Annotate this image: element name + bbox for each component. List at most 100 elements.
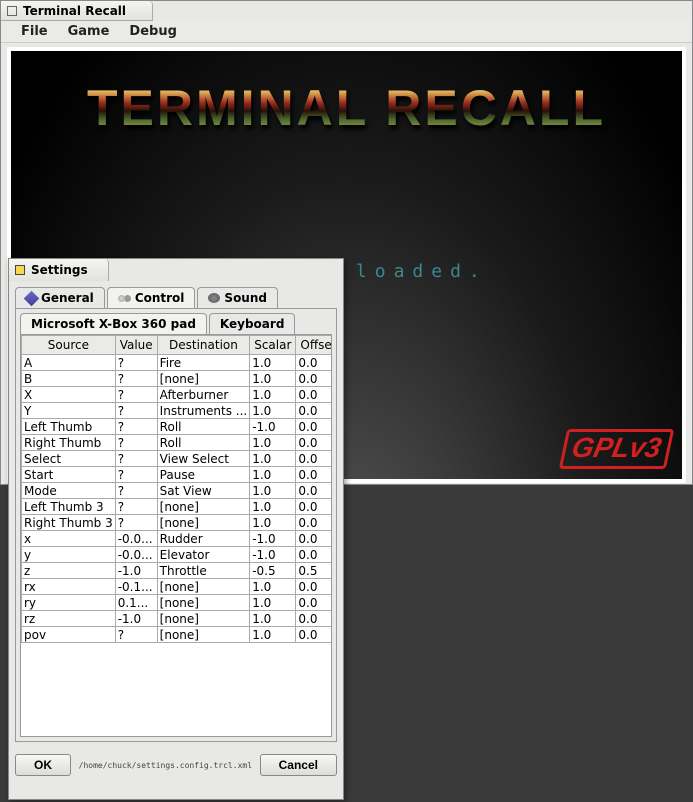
cell-dst[interactable]: View Select [157, 451, 250, 467]
cell-src[interactable]: Right Thumb [22, 435, 116, 451]
cell-val[interactable]: ? [115, 467, 157, 483]
cell-sca[interactable]: 1.0 [250, 595, 296, 611]
cell-off[interactable]: 0.0 [296, 403, 332, 419]
cell-dst[interactable]: Afterburner [157, 387, 250, 403]
cell-src[interactable]: rz [22, 611, 116, 627]
cell-sca[interactable]: -0.5 [250, 563, 296, 579]
cell-off[interactable]: 0.0 [296, 371, 332, 387]
cell-src[interactable]: A [22, 355, 116, 371]
subtab-keyboard[interactable]: Keyboard [209, 313, 296, 334]
cell-dst[interactable]: Roll [157, 435, 250, 451]
table-row[interactable]: x-0.0...Rudder-1.00.0 [22, 531, 333, 547]
cell-off[interactable]: 0.0 [296, 547, 332, 563]
cell-dst[interactable]: [none] [157, 579, 250, 595]
cell-off[interactable]: 0.0 [296, 531, 332, 547]
cell-src[interactable]: Right Thumb 3 [22, 515, 116, 531]
cell-off[interactable]: 0.0 [296, 595, 332, 611]
cell-dst[interactable]: [none] [157, 515, 250, 531]
table-row[interactable]: Right Thumb?Roll1.00.0 [22, 435, 333, 451]
cell-val[interactable]: -0.0... [115, 531, 157, 547]
table-row[interactable]: Left Thumb?Roll-1.00.0 [22, 419, 333, 435]
cell-dst[interactable]: Sat View [157, 483, 250, 499]
cell-dst[interactable]: Pause [157, 467, 250, 483]
cell-dst[interactable]: Roll [157, 419, 250, 435]
col-scalar[interactable]: Scalar [250, 336, 296, 355]
main-titlebar[interactable]: Terminal Recall [1, 1, 153, 21]
cell-sca[interactable]: 1.0 [250, 355, 296, 371]
cell-sca[interactable]: 1.0 [250, 387, 296, 403]
cell-src[interactable]: X [22, 387, 116, 403]
cell-sca[interactable]: 1.0 [250, 579, 296, 595]
cell-src[interactable]: Left Thumb [22, 419, 116, 435]
cell-val[interactable]: -0.1... [115, 579, 157, 595]
cell-dst[interactable]: [none] [157, 499, 250, 515]
cell-val[interactable]: -1.0 [115, 563, 157, 579]
cell-sca[interactable]: 1.0 [250, 483, 296, 499]
table-row[interactable]: Y?Instruments ...1.00.0 [22, 403, 333, 419]
bindings-table-container[interactable]: Source Value Destination Scalar Offset A… [20, 334, 332, 737]
cell-sca[interactable]: 1.0 [250, 627, 296, 643]
cell-src[interactable]: Left Thumb 3 [22, 499, 116, 515]
cell-off[interactable]: 0.0 [296, 499, 332, 515]
cell-src[interactable]: Start [22, 467, 116, 483]
cell-src[interactable]: pov [22, 627, 116, 643]
table-row[interactable]: rz-1.0[none]1.00.0 [22, 611, 333, 627]
cell-val[interactable]: ? [115, 387, 157, 403]
cell-src[interactable]: ry [22, 595, 116, 611]
cell-src[interactable]: Select [22, 451, 116, 467]
cell-sca[interactable]: -1.0 [250, 547, 296, 563]
cell-off[interactable]: 0.5 [296, 563, 332, 579]
cell-off[interactable]: 0.0 [296, 419, 332, 435]
cell-dst[interactable]: Fire [157, 355, 250, 371]
cell-val[interactable]: -1.0 [115, 611, 157, 627]
cell-val[interactable]: ? [115, 627, 157, 643]
col-destination[interactable]: Destination [157, 336, 250, 355]
table-row[interactable]: Start?Pause1.00.0 [22, 467, 333, 483]
tab-sound[interactable]: Sound [197, 287, 278, 308]
cell-val[interactable]: ? [115, 515, 157, 531]
table-row[interactable]: y-0.0...Elevator-1.00.0 [22, 547, 333, 563]
cell-src[interactable]: Y [22, 403, 116, 419]
cell-off[interactable]: 0.0 [296, 355, 332, 371]
col-value[interactable]: Value [115, 336, 157, 355]
cell-val[interactable]: ? [115, 403, 157, 419]
cell-dst[interactable]: [none] [157, 627, 250, 643]
menu-game[interactable]: Game [58, 22, 120, 41]
cell-dst[interactable]: [none] [157, 371, 250, 387]
cell-sca[interactable]: 1.0 [250, 515, 296, 531]
cell-sca[interactable]: 1.0 [250, 611, 296, 627]
tab-control[interactable]: Control [107, 287, 196, 308]
cell-src[interactable]: B [22, 371, 116, 387]
cell-dst[interactable]: [none] [157, 595, 250, 611]
cell-val[interactable]: ? [115, 451, 157, 467]
cell-sca[interactable]: 1.0 [250, 435, 296, 451]
cell-dst[interactable]: Elevator [157, 547, 250, 563]
menu-file[interactable]: File [11, 22, 58, 41]
cell-sca[interactable]: 1.0 [250, 371, 296, 387]
ok-button[interactable]: OK [15, 754, 71, 776]
cell-off[interactable]: 0.0 [296, 451, 332, 467]
cell-src[interactable]: z [22, 563, 116, 579]
cell-src[interactable]: rx [22, 579, 116, 595]
cell-dst[interactable]: Instruments ... [157, 403, 250, 419]
table-row[interactable]: Right Thumb 3?[none]1.00.0 [22, 515, 333, 531]
col-offset[interactable]: Offset [296, 336, 332, 355]
cell-off[interactable]: 0.0 [296, 611, 332, 627]
cell-val[interactable]: -0.0... [115, 547, 157, 563]
table-row[interactable]: A?Fire1.00.0 [22, 355, 333, 371]
cell-dst[interactable]: Rudder [157, 531, 250, 547]
cell-sca[interactable]: 1.0 [250, 499, 296, 515]
menu-debug[interactable]: Debug [119, 22, 186, 41]
table-row[interactable]: B?[none]1.00.0 [22, 371, 333, 387]
cell-dst[interactable]: [none] [157, 611, 250, 627]
table-row[interactable]: z-1.0Throttle-0.50.5 [22, 563, 333, 579]
table-row[interactable]: ry0.1...[none]1.00.0 [22, 595, 333, 611]
cell-sca[interactable]: 1.0 [250, 451, 296, 467]
cell-src[interactable]: x [22, 531, 116, 547]
cell-off[interactable]: 0.0 [296, 515, 332, 531]
cell-val[interactable]: ? [115, 435, 157, 451]
table-row[interactable]: X?Afterburner1.00.0 [22, 387, 333, 403]
cell-off[interactable]: 0.0 [296, 387, 332, 403]
tab-general[interactable]: General [15, 287, 105, 308]
table-row[interactable]: Left Thumb 3?[none]1.00.0 [22, 499, 333, 515]
